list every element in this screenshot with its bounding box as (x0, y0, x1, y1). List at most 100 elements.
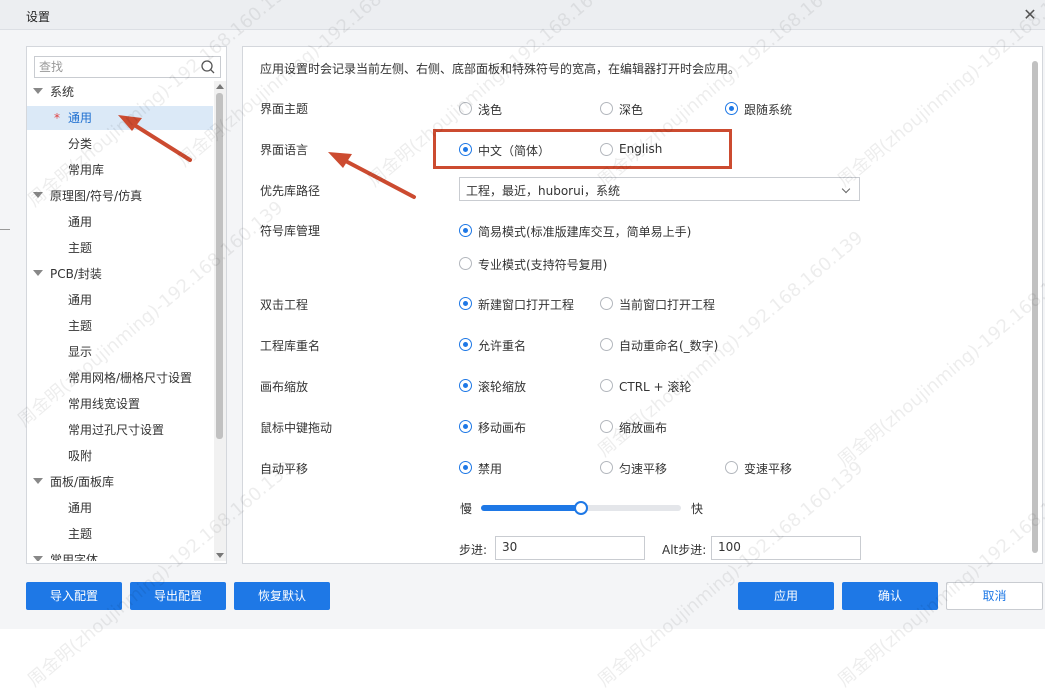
tree-item-label: 分类 (68, 137, 93, 151)
label-theme: 界面主题 (260, 102, 309, 116)
scroll-down-icon[interactable] (216, 553, 224, 558)
alt-step-label: Alt步进: (662, 543, 707, 557)
slider-slow-label: 慢 (460, 502, 473, 516)
tree-item[interactable]: 通用 (27, 496, 213, 520)
tree-item[interactable]: 常用库 (27, 158, 213, 182)
tree-item[interactable]: 吸附 (27, 444, 213, 468)
tree-item[interactable]: 主题 (27, 522, 213, 546)
tree-scrollbar[interactable] (214, 81, 226, 561)
caret-down-icon[interactable] (33, 556, 43, 561)
tree-item[interactable]: 主题 (27, 236, 213, 260)
pan-speed-slider[interactable] (481, 501, 681, 515)
radio-drag-move-circle[interactable] (459, 420, 472, 433)
chevron-down-icon[interactable] (841, 184, 851, 194)
label-symbol-mgmt: 符号库管理 (260, 224, 321, 238)
label-auto-pan: 自动平移 (260, 462, 309, 476)
slider-fast-label: 快 (691, 502, 704, 516)
tree-item-label: 原理图/符号/仿真 (50, 189, 143, 203)
lib-path-value: 工程，最近，huborui，系统 (466, 184, 621, 198)
tree-item-label: 常用网格/栅格尺寸设置 (68, 371, 193, 385)
tree-item-label: 常用字体 (50, 553, 99, 561)
tree-item-label: 显示 (68, 345, 93, 359)
radio-zoom-ctrl-circle[interactable] (600, 379, 613, 392)
tree-group[interactable]: PCB/封装 (27, 262, 213, 286)
radio-rename-allow-circle[interactable] (459, 338, 472, 351)
tree-item-label: 主题 (68, 319, 93, 333)
ok-button[interactable]: 确认 (842, 582, 938, 610)
tree-item[interactable]: 常用过孔尺寸设置 (27, 418, 213, 442)
lib-path-select[interactable]: 工程，最近，huborui，系统 (459, 177, 860, 201)
radio-language-chinese-circle[interactable] (459, 143, 472, 156)
step-field[interactable] (495, 536, 645, 560)
tree-item[interactable]: 主题 (27, 314, 213, 338)
radio-pan-disable-circle[interactable] (459, 461, 472, 474)
radio-drag-zoom-circle[interactable] (600, 420, 613, 433)
cancel-button[interactable]: 取消 (946, 582, 1043, 610)
label-lib-path: 优先库路径 (260, 184, 321, 198)
tree-scroll-thumb[interactable] (216, 93, 223, 439)
tree-item[interactable]: 常用线宽设置 (27, 392, 213, 416)
tree-item-label: 常用库 (68, 163, 105, 177)
radio-pan-uniform-circle[interactable] (600, 461, 613, 474)
label-dblclick: 双击工程 (260, 298, 309, 312)
tree-item-label: 吸附 (68, 449, 93, 463)
tree-search-input[interactable] (39, 58, 194, 76)
pan-speed-fill (481, 505, 581, 511)
label-middle-drag: 鼠标中键拖动 (260, 421, 333, 435)
scroll-up-icon[interactable] (216, 84, 224, 89)
modified-mark: * (54, 111, 60, 125)
radio-language-english-circle[interactable] (600, 143, 613, 156)
settings-scroll-thumb[interactable] (1032, 61, 1038, 553)
title-bar: 设置 ✕ (0, 0, 1045, 30)
tree-item-label: 系统 (50, 85, 75, 99)
import-config-button[interactable]: 导入配置 (26, 582, 122, 610)
tree-item[interactable]: * 通用 (27, 106, 213, 130)
tree-item[interactable]: 通用 (27, 288, 213, 312)
radio-zoom-wheel-circle[interactable] (459, 379, 472, 392)
radio-symbol-pro-circle[interactable] (459, 257, 472, 270)
dialog-title: 设置 (26, 10, 51, 24)
radio-theme-light-circle[interactable] (459, 102, 472, 115)
label-rename: 工程库重名 (260, 339, 321, 353)
caret-down-icon[interactable] (33, 478, 43, 484)
tree-item-label: 面板/面板库 (50, 475, 115, 489)
tree-group[interactable]: 常用字体 (27, 548, 213, 561)
label-zoom: 画布缩放 (260, 380, 309, 394)
caret-down-icon[interactable] (33, 192, 43, 198)
radio-dblclick-current-circle[interactable] (600, 297, 613, 310)
tree-search-box (34, 56, 221, 78)
tree-item[interactable]: 显示 (27, 340, 213, 364)
tree-item-label: PCB/封装 (50, 267, 102, 281)
caret-down-icon[interactable] (33, 270, 43, 276)
radio-rename-auto-circle[interactable] (600, 338, 613, 351)
radio-theme-dark-circle[interactable] (600, 102, 613, 115)
tree-item[interactable]: 分类 (27, 132, 213, 156)
tree-item[interactable]: 常用网格/栅格尺寸设置 (27, 366, 213, 390)
alt-step-field[interactable] (711, 536, 861, 560)
background-edge (0, 229, 10, 230)
settings-description: 应用设置时会记录当前左侧、右侧、底部面板和特殊符号的宽高，在编辑器打开时会应用。 (260, 62, 741, 76)
tree-group[interactable]: 原理图/符号/仿真 (27, 184, 213, 208)
pan-speed-handle[interactable] (574, 501, 588, 515)
label-language: 界面语言 (260, 143, 309, 157)
step-input[interactable] (502, 540, 622, 554)
tree-item-label: 通用 (68, 111, 93, 125)
apply-button[interactable]: 应用 (738, 582, 834, 610)
reset-default-button[interactable]: 恢复默认 (234, 582, 330, 610)
radio-theme-system-circle[interactable] (725, 102, 738, 115)
settings-scrollbar[interactable] (1031, 55, 1039, 559)
settings-dialog: 设置 ✕ 系统*通用分类常用库原理图/符号/仿真通用主题PCB/封装通用主题显示… (0, 0, 1045, 691)
alt-step-input[interactable] (718, 540, 838, 554)
radio-dblclick-new-circle[interactable] (459, 297, 472, 310)
tree-group[interactable]: 面板/面板库 (27, 470, 213, 494)
close-icon[interactable]: ✕ (1019, 4, 1041, 26)
settings-tree: 系统 * 通用 分类 常用库 原理图/符号/仿真 通用 主题 PCB/封装 通用 主题 显示 常用网格/… (27, 81, 213, 561)
search-icon[interactable] (200, 59, 216, 75)
radio-symbol-simple-circle[interactable] (459, 224, 472, 237)
export-config-button[interactable]: 导出配置 (130, 582, 226, 610)
radio-pan-variable-circle[interactable] (725, 461, 738, 474)
settings-tree-panel: 系统*通用分类常用库原理图/符号/仿真通用主题PCB/封装通用主题显示常用网格/… (26, 46, 227, 564)
tree-group[interactable]: 系统 (27, 81, 213, 104)
tree-item[interactable]: 通用 (27, 210, 213, 234)
caret-down-icon[interactable] (33, 88, 43, 94)
